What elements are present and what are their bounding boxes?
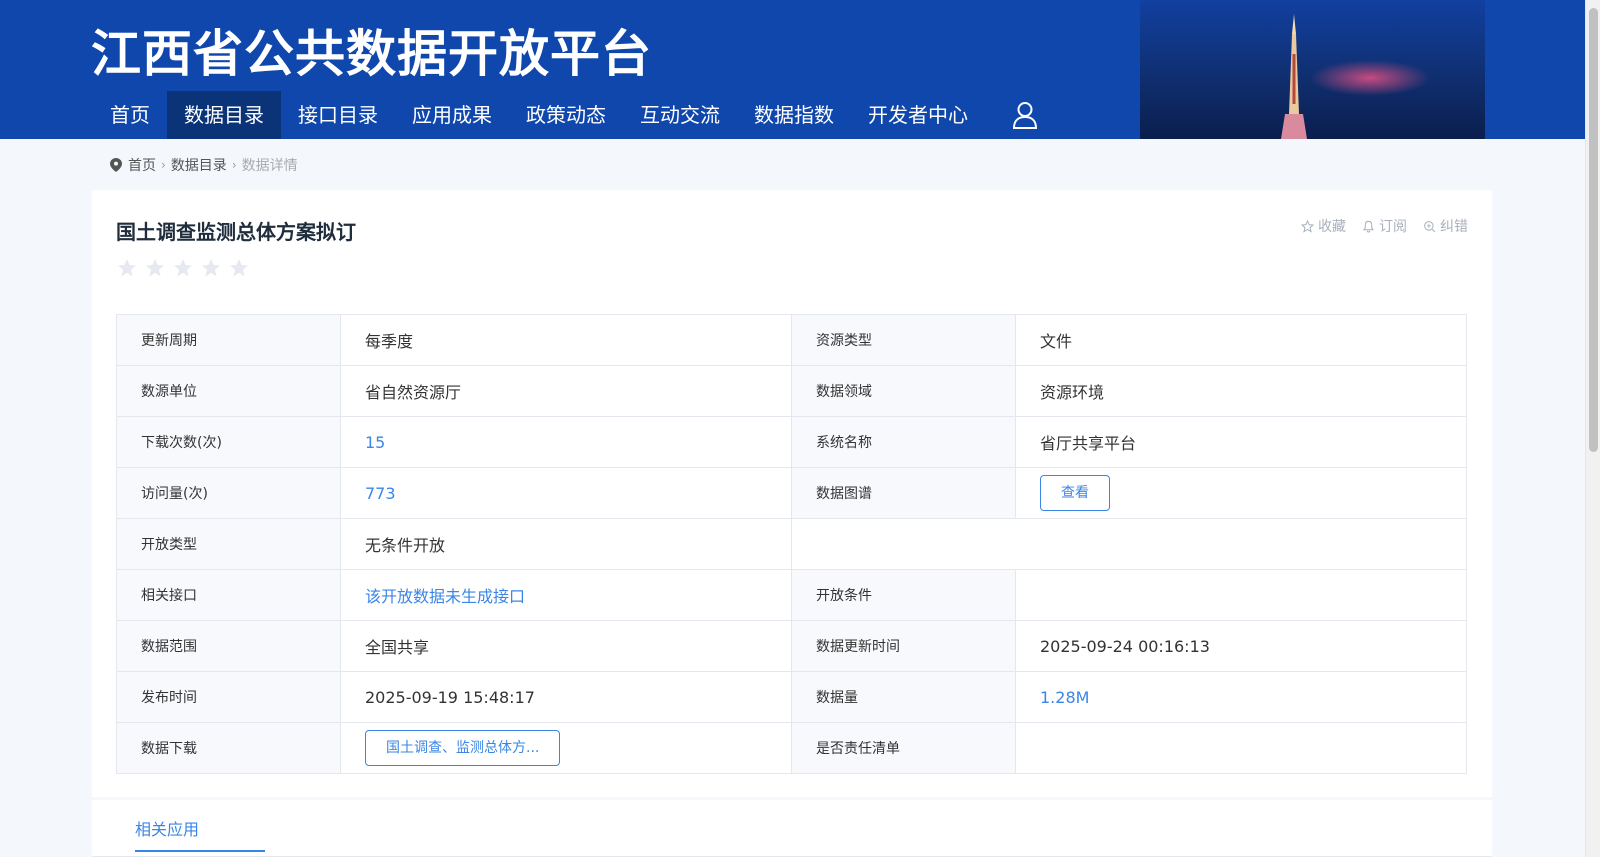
field-label: 数据更新时间 <box>791 620 1016 672</box>
field-value: 省自然资源厅 <box>340 365 792 417</box>
breadcrumb-current: 数据详情 <box>241 158 298 174</box>
field-label: 数据图谱 <box>791 467 1016 519</box>
field-label: 数据下载 <box>116 722 341 774</box>
field-value: 查看 <box>1015 467 1467 519</box>
field-value: 资源环境 <box>1015 365 1467 417</box>
field-value <box>1015 569 1467 621</box>
related-api-link[interactable]: 该开放数据未生成接口 <box>340 569 792 621</box>
breadcrumb-data-catalog[interactable]: 数据目录 <box>171 155 227 175</box>
field-label: 开放条件 <box>791 569 1016 621</box>
site-header: 江西省公共数据开放平台 首页 数据目录 接口目录 应用成果 政策动态 互动交流 … <box>0 0 1585 139</box>
report-error-button[interactable]: 纠错 <box>1423 216 1468 236</box>
table-row: 数源单位 省自然资源厅 数据领域 资源环境 <box>116 365 1467 417</box>
empty-cell <box>791 518 1467 570</box>
field-value: 每季度 <box>340 314 792 366</box>
star-icon[interactable] <box>173 258 193 278</box>
related-tabs: 相关应用 <box>92 800 1492 857</box>
field-label: 资源类型 <box>791 314 1016 366</box>
field-label: 数据范围 <box>116 620 341 672</box>
user-icon[interactable] <box>999 91 1051 139</box>
data-title: 国土调查监测总体方案拟订 <box>116 220 356 244</box>
field-label: 数据量 <box>791 671 1016 723</box>
field-value: 全国共享 <box>340 620 792 672</box>
table-row: 下载次数(次) 15 系统名称 省厅共享平台 <box>116 416 1467 468</box>
table-row: 相关接口 该开放数据未生成接口 开放条件 <box>116 569 1467 621</box>
table-row: 发布时间 2025-09-19 15:48:17 数据量 1.28M <box>116 671 1467 723</box>
visit-count-value: 773 <box>340 467 792 519</box>
field-label: 是否责任清单 <box>791 722 1016 774</box>
rating-stars[interactable] <box>117 258 249 278</box>
field-label: 下载次数(次) <box>116 416 341 468</box>
field-label: 访问量(次) <box>116 467 341 519</box>
scrollbar-thumb[interactable] <box>1589 8 1598 452</box>
detail-actions: 收藏 订阅 纠错 <box>1301 216 1468 236</box>
header-banner-image <box>1140 0 1485 139</box>
table-row: 数据下载 国土调查、监测总体方... 是否责任清单 <box>116 722 1467 774</box>
download-file-button[interactable]: 国土调查、监测总体方... <box>365 730 561 766</box>
field-label: 相关接口 <box>116 569 341 621</box>
breadcrumb-home[interactable]: 首页 <box>128 155 156 175</box>
nav-item-data-index[interactable]: 数据指数 <box>737 91 851 139</box>
bell-icon <box>1362 220 1375 233</box>
download-count-value: 15 <box>340 416 792 468</box>
data-detail-card: 国土调查监测总体方案拟订 收藏 订阅 纠错 更新周期 每季度 资源类型 文件 数… <box>92 190 1492 797</box>
monument-tower-illustration <box>1281 14 1307 139</box>
page-scrollbar[interactable] <box>1585 0 1600 857</box>
field-value: 2025-09-19 15:48:17 <box>340 671 792 723</box>
star-icon[interactable] <box>145 258 165 278</box>
field-value: 国土调查、监测总体方... <box>340 722 792 774</box>
report-error-label: 纠错 <box>1440 219 1468 235</box>
chevron-right-icon: › <box>161 158 166 172</box>
tab-related-apps[interactable]: 相关应用 <box>135 816 199 840</box>
nav-item-developer[interactable]: 开发者中心 <box>851 91 985 139</box>
favorite-button[interactable]: 收藏 <box>1301 216 1346 236</box>
site-title[interactable]: 江西省公共数据开放平台 <box>91 14 652 86</box>
data-size-value: 1.28M <box>1015 671 1467 723</box>
view-graph-button[interactable]: 查看 <box>1040 475 1110 511</box>
nav-item-home[interactable]: 首页 <box>93 91 167 139</box>
table-row: 数据范围 全国共享 数据更新时间 2025-09-24 00:16:13 <box>116 620 1467 672</box>
field-label: 开放类型 <box>116 518 341 570</box>
table-row: 更新周期 每季度 资源类型 文件 <box>116 314 1467 366</box>
field-value: 无条件开放 <box>340 518 792 570</box>
data-info-table: 更新周期 每季度 资源类型 文件 数源单位 省自然资源厅 数据领域 资源环境 下… <box>116 314 1467 774</box>
table-row: 访问量(次) 773 数据图谱 查看 <box>116 467 1467 519</box>
tab-active-indicator <box>135 850 265 852</box>
field-label: 发布时间 <box>116 671 341 723</box>
field-label: 系统名称 <box>791 416 1016 468</box>
chevron-right-icon: › <box>231 158 237 172</box>
table-row: 开放类型 无条件开放 <box>116 518 1467 570</box>
subscribe-button[interactable]: 订阅 <box>1362 216 1407 236</box>
field-label: 更新周期 <box>116 314 341 366</box>
field-label: 数据领域 <box>791 365 1016 417</box>
field-value <box>1015 722 1467 774</box>
main-nav: 首页 数据目录 接口目录 应用成果 政策动态 互动交流 数据指数 开发者中心 <box>93 91 1051 139</box>
subscribe-label: 订阅 <box>1379 219 1407 235</box>
field-value: 文件 <box>1015 314 1467 366</box>
star-icon[interactable] <box>229 258 249 278</box>
breadcrumb: 首页 › 数据目录 › 数据详情 <box>110 155 298 175</box>
nav-item-applications[interactable]: 应用成果 <box>395 91 509 139</box>
magnifier-plus-icon <box>1424 220 1436 232</box>
nav-item-api-catalog[interactable]: 接口目录 <box>281 91 395 139</box>
location-pin-icon <box>110 158 122 172</box>
field-value: 省厅共享平台 <box>1015 416 1467 468</box>
star-icon[interactable] <box>117 258 137 278</box>
field-label: 数源单位 <box>116 365 341 417</box>
field-value: 2025-09-24 00:16:13 <box>1015 620 1467 672</box>
nav-item-data-catalog[interactable]: 数据目录 <box>167 91 281 139</box>
star-outline-icon <box>1301 219 1314 233</box>
favorite-label: 收藏 <box>1318 219 1346 235</box>
nav-item-policy[interactable]: 政策动态 <box>509 91 623 139</box>
star-icon[interactable] <box>201 258 221 278</box>
nav-item-interaction[interactable]: 互动交流 <box>623 91 737 139</box>
